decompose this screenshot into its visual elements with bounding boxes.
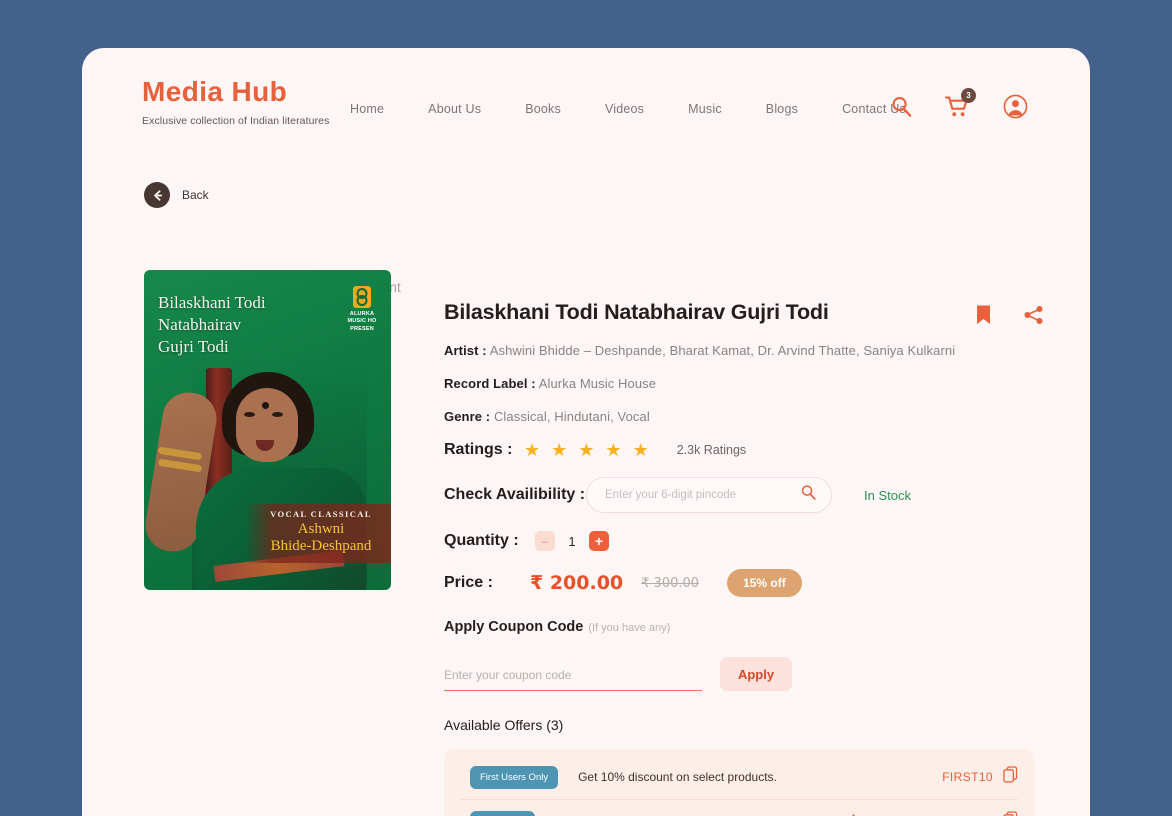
stock-status: In Stock bbox=[864, 487, 911, 503]
star-icon[interactable]: ★ bbox=[578, 441, 594, 459]
share-icon[interactable] bbox=[1024, 305, 1044, 330]
offer-tag: Bank Offer bbox=[470, 810, 536, 816]
ratings-label: Ratings : bbox=[444, 441, 513, 458]
cover-genre-text: VOCAL CLASSICAL bbox=[270, 509, 372, 520]
offer-code-group: GETCR10 bbox=[935, 811, 1018, 816]
quantity-value: 1 bbox=[568, 533, 576, 549]
cover-face bbox=[236, 388, 298, 462]
offer-code: FIRST10 bbox=[942, 770, 993, 784]
artist-label: Artist : bbox=[444, 343, 487, 358]
pincode-box[interactable] bbox=[586, 477, 832, 513]
offers-title: Available Offers (3) bbox=[444, 717, 564, 733]
nav-item-videos[interactable]: Videos bbox=[605, 102, 644, 116]
nav-item-blogs[interactable]: Blogs bbox=[766, 102, 798, 116]
cover-artist-name: Ashwni Bhide-Deshpand bbox=[270, 521, 372, 555]
quantity-increase-button[interactable]: + bbox=[589, 531, 609, 551]
brand-name: Media Hub bbox=[142, 76, 288, 107]
arrow-left-icon bbox=[144, 182, 170, 208]
back-label: Back bbox=[182, 188, 209, 202]
cover-record-label: ALURKA MUSIC HO PRESEN bbox=[340, 286, 384, 333]
offer-code-group: FIRST10 bbox=[942, 766, 1018, 788]
nav-item-music[interactable]: Music bbox=[688, 102, 722, 116]
cover-label-text: ALURKA MUSIC HO PRESEN bbox=[347, 311, 377, 332]
ratings-row: Ratings : ★ ★ ★ ★ ★ 2.3k Ratings bbox=[444, 441, 1044, 459]
cover-bindi bbox=[262, 402, 269, 409]
star-icon[interactable]: ★ bbox=[605, 441, 621, 459]
rating-stars[interactable]: ★ ★ ★ ★ ★ bbox=[524, 441, 649, 459]
coupon-title: Apply Coupon Code (If you have any) bbox=[444, 619, 1044, 635]
apply-coupon-button[interactable]: Apply bbox=[720, 657, 792, 691]
cart-badge: 3 bbox=[961, 88, 976, 103]
availability-label: Check Availibility : bbox=[444, 486, 586, 503]
album-cover-image[interactable]: Bilaskhani Todi Natabhairav Gujri Todi A… bbox=[144, 270, 391, 590]
nav-item-about-us[interactable]: About Us bbox=[428, 102, 481, 116]
genre-label: Genre : bbox=[444, 409, 491, 424]
offer-row[interactable]: First Users Only Get 10% discount on sel… bbox=[460, 755, 1018, 800]
brand[interactable]: Media Hub Exclusive collection of Indian… bbox=[142, 76, 330, 128]
cover-eye bbox=[244, 412, 255, 417]
artist-value: Ashwini Bhidde – Deshpande, Bharat Kamat… bbox=[489, 343, 956, 358]
offer-tag: First Users Only bbox=[470, 765, 559, 789]
quantity-label: Quantity : bbox=[444, 532, 519, 549]
page-card: Media Hub Exclusive collection of Indian… bbox=[82, 48, 1090, 816]
genre-row: Genre : Classical, Hindutani, Vocal bbox=[444, 409, 1044, 424]
product-details: Bilaskhani Todi Natabhairav Gujri Todi A… bbox=[444, 300, 1044, 816]
search-icon[interactable] bbox=[890, 95, 913, 118]
offer-row[interactable]: Bank Offer Get 10% discount on ICICI, Ax… bbox=[460, 800, 1018, 816]
copy-icon[interactable] bbox=[1003, 766, 1018, 788]
header-icons: 3 bbox=[890, 88, 1028, 119]
offers-panel: First Users Only Get 10% discount on sel… bbox=[444, 749, 1034, 816]
offer-text: Get 10% discount on ICICI, Axis and Baja… bbox=[555, 812, 859, 816]
pincode-input[interactable] bbox=[605, 489, 800, 501]
price-original: ₹ 300.00 bbox=[641, 575, 700, 591]
star-icon[interactable]: ★ bbox=[551, 441, 567, 459]
quantity-row: Quantity : – 1 + bbox=[444, 531, 1044, 551]
site-header: Media Hub Exclusive collection of Indian… bbox=[82, 48, 1090, 146]
price-current: ₹ 200.00 bbox=[530, 572, 624, 594]
search-icon[interactable] bbox=[800, 484, 817, 506]
copy-icon[interactable] bbox=[1003, 811, 1018, 816]
title-actions bbox=[975, 304, 1044, 331]
record-label-row: Record Label : Alurka Music House bbox=[444, 376, 1044, 391]
main-nav: Home About Us Books Videos Music Blogs C… bbox=[350, 102, 906, 116]
nav-item-home[interactable]: Home bbox=[350, 102, 384, 116]
coupon-title-text: Apply Coupon Code bbox=[444, 619, 584, 635]
price-label: Price : bbox=[444, 574, 493, 591]
cover-artist-strip: VOCAL CLASSICAL Ashwni Bhide-Deshpand bbox=[248, 504, 391, 563]
ratings-count: 2.3k Ratings bbox=[676, 443, 747, 457]
offer-text: Get 10% discount on select products. bbox=[578, 770, 777, 784]
star-icon[interactable]: ★ bbox=[633, 441, 649, 459]
back-button[interactable]: Back bbox=[144, 182, 209, 208]
brand-tagline: Exclusive collection of Indian literatur… bbox=[142, 115, 330, 127]
artist-row: Artist : Ashwini Bhidde – Deshpande, Bha… bbox=[444, 343, 1044, 358]
account-icon[interactable] bbox=[1003, 94, 1028, 119]
cover-title-text: Bilaskhani Todi Natabhairav Gujri Todi bbox=[158, 293, 266, 356]
price-row: Price : ₹ 200.00 ₹ 300.00 15% off bbox=[444, 569, 1044, 597]
label-logo-icon bbox=[353, 286, 371, 308]
discount-badge: 15% off bbox=[727, 569, 802, 597]
genre-value: Classical, Hindutani, Vocal bbox=[493, 409, 650, 424]
cart-icon[interactable]: 3 bbox=[944, 88, 976, 118]
coupon-row: Apply bbox=[444, 657, 1044, 691]
quantity-decrease-button[interactable]: – bbox=[535, 531, 555, 551]
availability-row: Check Availibility : In Stock bbox=[444, 477, 1044, 513]
cover-eye bbox=[272, 412, 283, 417]
page-title: Bilaskhani Todi Natabhairav Gujri Todi bbox=[444, 300, 829, 324]
coupon-input[interactable] bbox=[444, 668, 702, 691]
asterisk-icon: ✱ bbox=[848, 812, 859, 816]
nav-item-books[interactable]: Books bbox=[525, 102, 561, 116]
record-label-value: Alurka Music House bbox=[538, 376, 657, 391]
record-label-label: Record Label : bbox=[444, 376, 536, 391]
bookmark-icon[interactable] bbox=[975, 304, 992, 331]
coupon-hint: (If you have any) bbox=[588, 622, 671, 634]
star-icon[interactable]: ★ bbox=[524, 441, 540, 459]
